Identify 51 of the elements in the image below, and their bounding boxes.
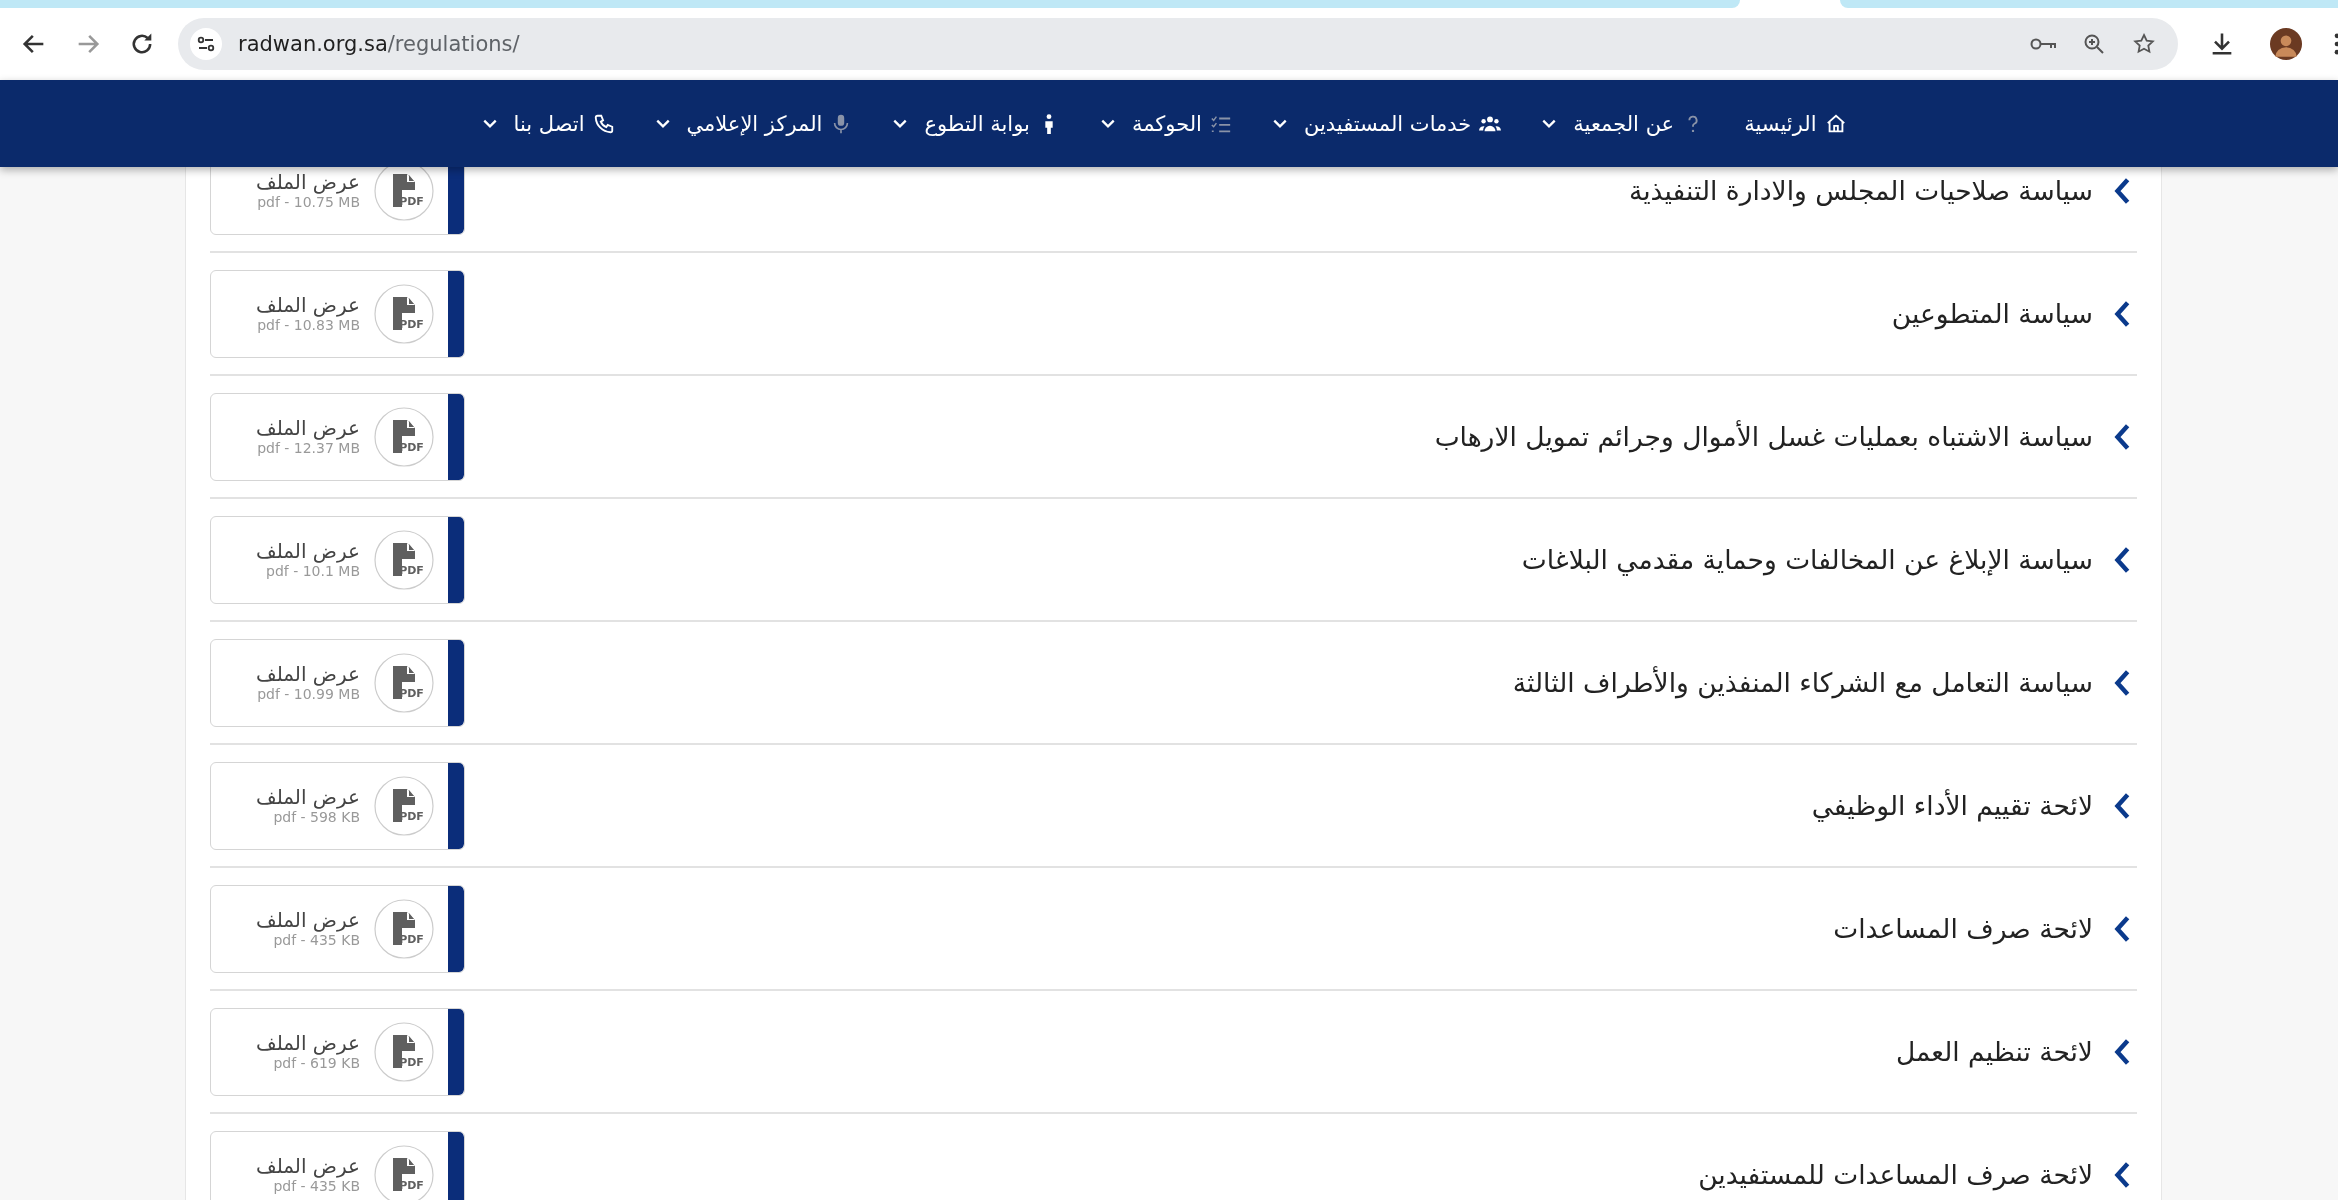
view-file-label: عرض الملف [255, 293, 360, 316]
nav-menu-item[interactable]: خدمات المستفيدين [1271, 111, 1502, 136]
url-part: radwan.org.sa [238, 32, 388, 56]
file-size-text: pdf - 10.83 MB [257, 316, 360, 334]
nav-label: خدمات المستفيدين [1303, 111, 1472, 136]
document-title[interactable]: لائحة صرف المساعدات للمستفيدين [1698, 1159, 2093, 1190]
nav-menu-item[interactable]: اتصل بنا [481, 111, 615, 136]
document-title[interactable]: سياسة الإبلاغ عن المخالفات وحماية مقدمي البلاغات [1521, 544, 2093, 575]
view-file-label: عرض الملف [255, 908, 360, 931]
view-file-label: عرض الملف [255, 1154, 360, 1177]
file-size-text: pdf - 435 KB [273, 1177, 360, 1195]
file-size-text: pdf - 619 KB [273, 1054, 360, 1072]
document-title[interactable]: سياسة التعامل مع الشركاء المنفذين والأطراف الثالثة [1512, 667, 2093, 698]
view-file-label: عرض الملف [255, 416, 360, 439]
nav-menu-item[interactable]: الرئيسية [1744, 111, 1847, 136]
document-title[interactable]: لائحة تنظيم العمل [1896, 1036, 2093, 1067]
file-size-text: pdf - 12.37 MB [257, 439, 360, 457]
file-size-text: pdf - 598 KB [273, 808, 360, 826]
home-icon [1824, 112, 1847, 135]
nav-label: الرئيسية [1744, 111, 1817, 136]
nav-label: الحوكمة [1131, 111, 1202, 136]
file-size-text: pdf - 10.99 MB [257, 685, 360, 703]
view-file-label: عرض الملف [255, 662, 360, 685]
view-file-label: عرض الملف [255, 539, 360, 562]
url-text[interactable]: radwan.org.sa/regulations/ [238, 32, 520, 56]
nav-label: عن الجمعية [1573, 111, 1675, 136]
document-title[interactable]: سياسة صلاحيات المجلس والادارة التنفيذية [1629, 175, 2093, 206]
document-title[interactable]: لائحة تقييم الأداء الوظيفي [1811, 790, 2093, 821]
view-file-label: عرض الملف [255, 785, 360, 808]
file-size-text: pdf - 10.1 MB [266, 562, 360, 580]
nav-label: اتصل بنا [513, 111, 585, 136]
nav-menu-item[interactable]: المركز الإعلامي [654, 111, 853, 136]
phone-icon [592, 112, 615, 135]
address-bar[interactable]: radwan.org.sa/regulations/ [178, 18, 2178, 70]
view-file-label: عرض الملف [255, 170, 360, 193]
accent-bar [448, 1131, 464, 1200]
nav-label: بوابة التطوع [924, 111, 1030, 136]
nav-menu-item[interactable]: الحوكمة [1099, 111, 1232, 136]
file-size-text: pdf - 435 KB [273, 931, 360, 949]
accent-bar [448, 167, 464, 234]
nav-menu-item[interactable]: عن الجمعية [1541, 111, 1705, 136]
site-settings-icon[interactable] [190, 28, 222, 60]
document-title[interactable]: سياسة المتطوعين [1891, 298, 2093, 329]
document-title[interactable]: لائحة صرف المساعدات [1833, 913, 2093, 944]
view-file-label: عرض الملف [255, 1031, 360, 1054]
url-part: /regulations/ [387, 32, 520, 56]
nav-menu-item[interactable]: بوابة التطوع [892, 111, 1060, 136]
profile-avatar[interactable] [2270, 28, 2302, 60]
file-size-text: pdf - 10.75 MB [257, 193, 360, 211]
nav-label: المركز الإعلامي [686, 111, 823, 136]
document-title[interactable]: سياسة الاشتباه بعمليات غسل الأموال وجرائم تمويل الارهاب [1434, 421, 2093, 452]
